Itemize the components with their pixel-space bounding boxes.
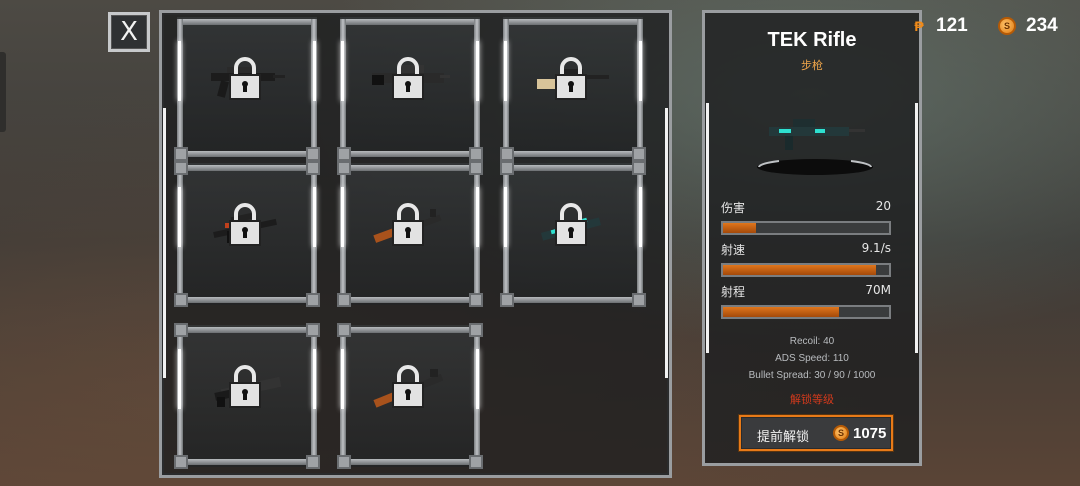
weapon-slot[interactable] (337, 323, 483, 469)
premium-currency[interactable]: ₱ 121 (910, 14, 968, 38)
weapon-slot[interactable] (337, 161, 483, 307)
lock-icon (392, 365, 424, 408)
early-unlock-button[interactable]: 提前解锁 S 1075 (739, 415, 893, 451)
weapon-preview-icon (757, 119, 873, 175)
coin-currency[interactable]: S 234 (998, 14, 1058, 38)
weapon-slot[interactable] (337, 17, 483, 161)
weapon-name: TEK Rifle (767, 29, 857, 51)
stat-damage-fill (723, 223, 757, 233)
lock-icon (392, 57, 424, 100)
stat-range: 射程 70M (721, 283, 891, 319)
recoil-text: Recoil: 40 (789, 336, 835, 347)
lock-icon (229, 203, 261, 246)
coin-icon: S (833, 425, 849, 441)
bullet-spread-text: Bullet Spread: 30 / 90 / 1000 (748, 370, 876, 381)
stat-damage-bar (721, 221, 891, 235)
weapon-slot[interactable] (500, 17, 646, 161)
pixel-coin-icon: ₱ (914, 18, 924, 34)
weapon-slot[interactable] (174, 161, 320, 307)
stat-fire-rate-bar (721, 263, 891, 277)
lock-icon (229, 57, 261, 100)
unlock-requirement-text: 解锁等级 (790, 393, 834, 406)
premium-currency-value: 121 (936, 15, 968, 36)
stat-range-label: 射程 (721, 285, 746, 299)
weapon-detail-panel: TEK Rifle 步枪 伤害 20 射速 9.1/s 射程 70M Recoi… (702, 10, 922, 466)
stat-damage: 伤害 20 (721, 199, 891, 235)
lock-icon (392, 203, 424, 246)
weapon-slot[interactable] (174, 323, 320, 469)
side-edge-tab[interactable] (0, 52, 6, 132)
lock-icon (555, 57, 587, 100)
stat-range-value: 70M (865, 283, 891, 297)
lock-icon (555, 203, 587, 246)
stat-damage-value: 20 (875, 199, 891, 213)
close-label: X (120, 17, 138, 47)
stat-range-fill (723, 307, 840, 317)
early-unlock-label: 提前解锁 (757, 430, 810, 445)
stat-fire-rate-label: 射速 (721, 243, 746, 257)
close-button[interactable]: X (108, 12, 150, 52)
weapon-slot[interactable] (500, 161, 646, 307)
stat-range-bar (721, 305, 891, 319)
weapon-category: 步枪 (801, 59, 823, 72)
stat-fire-rate-value: 9.1/s (861, 241, 891, 255)
stat-fire-rate: 射速 9.1/s (721, 241, 891, 277)
stat-fire-rate-fill (723, 265, 876, 275)
lock-icon (229, 365, 261, 408)
weapon-slot[interactable] (174, 17, 320, 161)
coin-currency-value: 234 (1026, 15, 1058, 36)
weapon-grid-panel (159, 10, 672, 478)
ads-speed-text: ADS Speed: 110 (775, 353, 849, 364)
early-unlock-price: 1075 (853, 425, 887, 442)
stat-damage-label: 伤害 (721, 201, 746, 215)
coin-icon: S (998, 17, 1016, 35)
